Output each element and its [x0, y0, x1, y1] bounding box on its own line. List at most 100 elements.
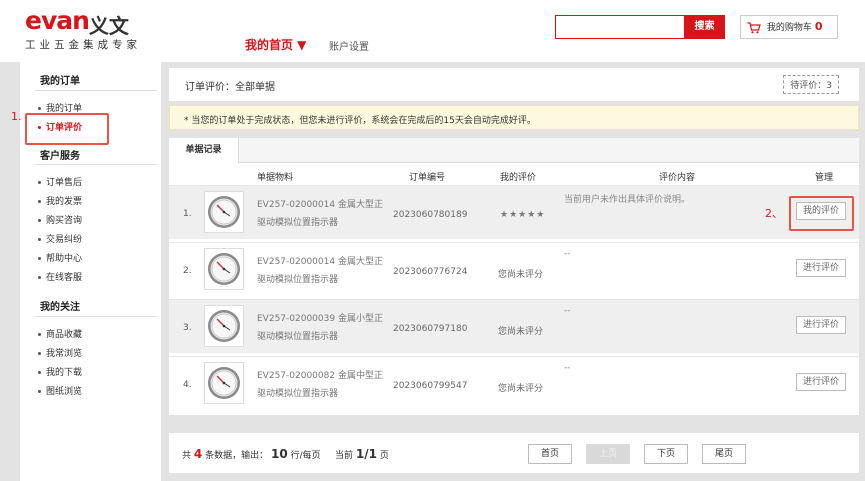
row-index: 4. — [183, 380, 192, 390]
annotation-label: 1. — [11, 110, 22, 123]
annotation-box — [25, 113, 109, 145]
nav-account-settings[interactable]: 账户设置 — [329, 38, 369, 53]
cart-label: 我的购物车 — [766, 23, 812, 33]
bullet-icon — [38, 352, 41, 355]
title-bar: 订单评价：全部单据 待评价：3 — [169, 68, 859, 101]
rating-status: 您尚未评分 — [498, 384, 544, 394]
product-name[interactable]: EV257-02000082 金属中型正 — [257, 368, 383, 381]
sidebar-section-title: 客户服务 — [40, 151, 80, 162]
pagination-info: 共 4 条数据，输出： 10 行/每页 当前 1/1 页 — [182, 447, 389, 461]
bullet-icon — [38, 333, 41, 336]
table-row: 3. EV257-02000039 金属小型正 驱动模拟位置指示器 202306… — [169, 299, 859, 353]
table-row: 1. EV257-02000014 金属大型正 驱动模拟位置指示器 202306… — [169, 185, 859, 239]
product-thumbnail[interactable] — [204, 305, 244, 347]
cart-icon — [747, 21, 767, 33]
order-number: 2023060780189 — [393, 210, 468, 220]
total-count: 4 — [193, 447, 203, 461]
order-number: 2023060799547 — [393, 381, 468, 391]
sidebar-item-after-sales[interactable]: 订单售后 — [38, 175, 82, 188]
write-review-button[interactable]: 进行评价 — [796, 373, 846, 391]
rating-status: 您尚未评分 — [498, 270, 544, 280]
first-page-button[interactable]: 首页 — [528, 444, 572, 464]
column-header: 单据物料 — [257, 173, 294, 183]
column-header: 我的评价 — [500, 173, 537, 183]
product-name[interactable]: EV257-02000014 金属大型正 — [257, 197, 383, 210]
review-comment: -- — [564, 363, 571, 373]
column-header: 评价内容 — [659, 173, 696, 183]
sidebar-item-invoice[interactable]: 我的发票 — [38, 194, 82, 207]
review-comment: 当前用户未作出具体评价说明。 — [564, 195, 691, 205]
last-page-button[interactable]: 尾页 — [702, 444, 746, 464]
annotation-box — [789, 196, 854, 231]
notice-text: * 当您的订单处于完成状态，但您未进行评价，系统会在完成后的15天会自动完成好评… — [184, 116, 536, 126]
logo[interactable]: evan义文 工业五金集成专家 — [25, 6, 137, 51]
product-thumbnail[interactable] — [204, 248, 244, 290]
sidebar-section-title: 我的关注 — [40, 302, 80, 313]
pagination-bar: 共 4 条数据，输出： 10 行/每页 当前 1/1 页 首页 上页 下页 尾页 — [169, 433, 859, 473]
table-row: 4. EV257-02000082 金属中型正 驱动模拟位置指示器 202306… — [169, 356, 859, 410]
bullet-icon — [38, 276, 41, 279]
gauge-icon — [208, 310, 240, 342]
sidebar-item-online-service[interactable]: 在线客服 — [38, 270, 82, 283]
order-number: 2023060776724 — [393, 267, 468, 277]
page-title: 订单评价：全部单据 — [185, 82, 275, 93]
header: evan义文 工业五金集成专家 我的首页 ▼ 账户设置 搜索 我的购物车 0 — [0, 0, 865, 62]
cart-count: 0 — [814, 20, 823, 33]
gauge-icon — [208, 196, 240, 228]
bullet-icon — [38, 390, 41, 393]
search-input[interactable] — [555, 15, 684, 39]
product-desc[interactable]: 驱动模拟位置指示器 — [257, 272, 338, 285]
logo-cn: 义文 — [88, 14, 129, 38]
row-index: 1. — [183, 209, 192, 219]
bullet-icon — [38, 219, 41, 222]
divider — [35, 316, 157, 317]
product-name[interactable]: EV257-02000014 金属大型正 — [257, 254, 383, 267]
product-name[interactable]: EV257-02000039 金属小型正 — [257, 311, 383, 324]
cart-button[interactable]: 我的购物车 0 — [740, 15, 838, 39]
gauge-icon — [208, 253, 240, 285]
sidebar-item-drawings[interactable]: 图纸浏览 — [38, 384, 82, 397]
review-comment: -- — [564, 249, 571, 259]
logo-text: evan — [25, 6, 90, 35]
annotation-label: 2、 — [765, 207, 783, 220]
sidebar-item-downloads[interactable]: 我的下载 — [38, 365, 82, 378]
write-review-button[interactable]: 进行评价 — [796, 259, 846, 277]
rating-status: 您尚未评分 — [498, 327, 544, 337]
order-number: 2023060797180 — [393, 324, 468, 334]
table-row: 2. EV257-02000014 金属大型正 驱动模拟位置指示器 202306… — [169, 242, 859, 296]
bullet-icon — [38, 257, 41, 260]
column-header: 订单编号 — [409, 173, 446, 183]
per-page-count: 10 — [271, 447, 288, 461]
gauge-icon — [208, 367, 240, 399]
sidebar-item-favorites[interactable]: 商品收藏 — [38, 327, 82, 340]
prev-page-button[interactable]: 上页 — [586, 444, 630, 464]
tab-records[interactable]: 单据记录 — [169, 138, 239, 163]
sidebar-item-disputes[interactable]: 交易纠纷 — [38, 232, 82, 245]
bullet-icon — [38, 238, 41, 241]
search-button[interactable]: 搜索 — [684, 15, 725, 39]
column-header: 管理 — [815, 173, 834, 183]
pending-review-count[interactable]: 待评价：3 — [783, 75, 839, 94]
product-thumbnail[interactable] — [204, 191, 244, 233]
bullet-icon — [38, 200, 41, 203]
divider — [35, 90, 157, 91]
row-index: 3. — [183, 323, 192, 333]
write-review-button[interactable]: 进行评价 — [796, 316, 846, 334]
nav-home-menu[interactable]: 我的首页 ▼ — [245, 36, 306, 53]
product-desc[interactable]: 驱动模拟位置指示器 — [257, 215, 338, 228]
sidebar-item-help[interactable]: 帮助中心 — [38, 251, 82, 264]
divider — [35, 164, 157, 165]
content-area: 订单评价：全部单据 待评价：3 * 当您的订单处于完成状态，但您未进行评价，系统… — [169, 62, 859, 481]
next-page-button[interactable]: 下页 — [644, 444, 688, 464]
notice-bar: * 当您的订单处于完成状态，但您未进行评价，系统会在完成后的15天会自动完成好评… — [169, 105, 859, 130]
product-desc[interactable]: 驱动模拟位置指示器 — [257, 329, 338, 342]
bullet-icon — [38, 107, 41, 110]
sidebar-item-browsing[interactable]: 我常浏览 — [38, 346, 82, 359]
product-desc[interactable]: 驱动模拟位置指示器 — [257, 386, 338, 399]
bullet-icon — [38, 371, 41, 374]
logo-tagline: 工业五金集成专家 — [25, 39, 141, 51]
sidebar-item-inquiry[interactable]: 购买咨询 — [38, 213, 82, 226]
row-index: 2. — [183, 266, 192, 276]
product-thumbnail[interactable] — [204, 362, 244, 404]
review-comment: -- — [564, 306, 571, 316]
